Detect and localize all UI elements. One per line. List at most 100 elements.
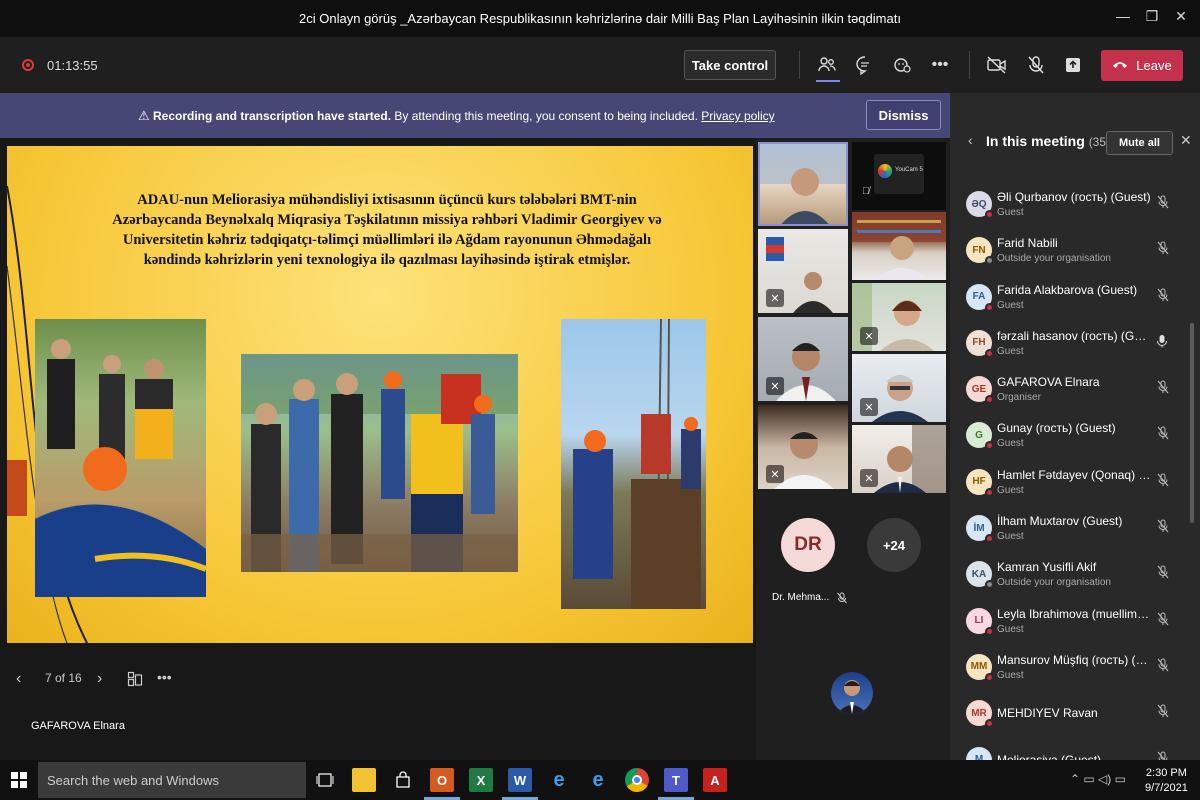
avatar: FA (966, 283, 994, 312)
participant-list-item[interactable]: İM İlham Muxtarov (Guest) Guest (950, 507, 1190, 553)
taskbar-search-input[interactable]: Search the web and Windows (38, 762, 306, 798)
headline-line: kəndində kəhrizlərin yeni texnologiya il… (143, 252, 631, 268)
mic-off-icon[interactable] (1156, 473, 1170, 490)
video-tile-active-speaker[interactable] (758, 142, 848, 226)
video-tile-participant[interactable]: ✕ (758, 405, 848, 489)
edge-icon[interactable]: e (586, 768, 610, 792)
participant-list-scrollbar[interactable] (1190, 323, 1194, 523)
mic-off-icon[interactable] (1156, 380, 1170, 397)
store-icon[interactable] (391, 768, 415, 792)
windows-start-icon[interactable] (0, 760, 38, 800)
avatar: FH (966, 329, 994, 358)
mic-on-icon[interactable] (1156, 334, 1168, 351)
participant-list-item[interactable]: FH fərzali hasanov (гость) (Guest) Guest (950, 322, 1190, 368)
take-control-button[interactable]: Take control (684, 50, 776, 80)
mic-off-icon[interactable] (1156, 288, 1170, 305)
participant-list-item[interactable]: KA Kamran Yusifli Akif Outside your organi… (950, 553, 1190, 599)
video-tile-participant[interactable]: ✕ (852, 354, 946, 422)
participant-list-item[interactable]: ƏQ Əli Qurbanov (гость) (Guest) Guest (950, 183, 1190, 229)
avatar[interactable]: DR (781, 518, 835, 572)
next-slide-icon[interactable]: › (97, 670, 102, 688)
mic-off-icon[interactable] (1156, 519, 1170, 536)
video-tile-participant[interactable] (852, 212, 946, 280)
meeting-toolbar: 01:13:55 Take control ••• Leave (0, 37, 1200, 93)
previous-slide-icon[interactable]: ‹ (16, 670, 21, 688)
outlook-icon[interactable]: O (430, 768, 454, 792)
internet-explorer-icon[interactable]: e (547, 768, 571, 792)
teams-icon[interactable]: T (664, 768, 688, 792)
minimize-button[interactable]: — (1112, 8, 1134, 24)
avatar[interactable] (831, 672, 873, 714)
avatar: KA (966, 561, 994, 590)
video-tile-participant[interactable]: ✕ (758, 229, 848, 313)
reactions-icon[interactable] (891, 54, 913, 76)
recording-banner: ⚠ Recording and transcription have start… (0, 93, 950, 138)
slide-more-options-icon[interactable]: ••• (157, 669, 172, 685)
camera-off-icon[interactable] (986, 54, 1008, 76)
mic-off-icon[interactable] (1156, 565, 1170, 582)
presence-dot-icon (985, 302, 994, 312)
word-icon[interactable]: W (508, 768, 532, 792)
video-tile-participant[interactable]: ✕ (852, 425, 946, 493)
mic-off-icon: ✕ (860, 327, 878, 345)
recording-icon (22, 59, 34, 71)
video-tile-participant[interactable]: ✕ (758, 317, 848, 401)
participant-list-item[interactable]: HF Hamlet Fətdayev (Qonaq) (Gu... Guest (950, 461, 1190, 507)
presence-dot-icon (985, 580, 994, 590)
close-panel-icon[interactable]: ✕ (1180, 132, 1192, 149)
participants-active-indicator (816, 80, 840, 82)
system-tray-icons[interactable]: ⌃ ▭ ◁) ▭ (1070, 772, 1126, 786)
mic-off-icon[interactable] (1156, 612, 1170, 629)
participant-name: Əli Qurbanov (гость) (Guest) (997, 190, 1151, 204)
headline-line: Universitetin kəhriz tədqiqatçı-təlimçi … (122, 232, 652, 248)
participant-list-item[interactable]: G Gunay (гость) (Guest) Guest (950, 414, 1190, 460)
avatar: LI (966, 607, 994, 636)
file-explorer-icon[interactable] (352, 768, 376, 792)
chevron-left-icon[interactable]: ‹ (968, 132, 973, 148)
leave-button[interactable]: Leave (1101, 50, 1183, 81)
share-screen-icon[interactable] (1062, 54, 1084, 76)
maximize-button[interactable]: ❐ (1141, 8, 1163, 25)
dismiss-button[interactable]: Dismiss (866, 100, 941, 130)
chat-icon[interactable] (854, 54, 876, 76)
mic-off-icon[interactable] (1156, 658, 1170, 675)
taskbar-clock[interactable]: 2:30 PM 9/7/2021 (1145, 766, 1188, 796)
video-tile-youcam[interactable]: YouCam 5 🎙̸ (852, 142, 946, 210)
slide-photo-group (241, 354, 518, 572)
mic-off-icon[interactable] (1156, 704, 1170, 721)
toolbar-divider (969, 51, 970, 79)
avatar: FN (966, 237, 994, 266)
privacy-policy-link[interactable]: Privacy policy (701, 109, 774, 123)
participant-list-item[interactable]: FA Farida Alakbarova (Guest) Guest (950, 276, 1190, 322)
presence-dot-icon (985, 348, 994, 358)
more-options-icon[interactable]: ••• (929, 54, 951, 76)
more-participants-button[interactable]: +24 (867, 518, 921, 572)
mic-off-icon[interactable] (1156, 195, 1170, 212)
mic-off-icon[interactable] (1156, 426, 1170, 443)
mute-all-button[interactable]: Mute all (1106, 131, 1173, 155)
avatar: ƏQ (966, 191, 994, 219)
participant-list-item[interactable]: FN Farid Nabili Outside your organisation (950, 229, 1190, 275)
slide-thumbnails-icon[interactable] (127, 671, 143, 690)
participant-list-item[interactable]: MM Mansurov Müşfiq (гость) (Gu... Guest (950, 646, 1190, 692)
participant-list-item[interactable]: MR MEHDIYEV Ravan (950, 692, 1190, 738)
warning-icon: ⚠ (138, 108, 150, 123)
participant-list-item[interactable]: LI Leyla Ibrahimova (muellim) (G... Guest (950, 600, 1190, 646)
excel-icon[interactable]: X (469, 768, 493, 792)
participant-role: Outside your organisation (997, 253, 1111, 265)
chrome-icon[interactable] (625, 768, 649, 792)
acrobat-icon[interactable]: A (703, 768, 727, 792)
mic-off-icon[interactable] (1156, 241, 1170, 258)
presentation-slide: ADAU-nun Meliorasiya mühəndisliyi ixtisa… (7, 146, 753, 643)
participant-role: Guest (997, 345, 1024, 357)
close-button[interactable]: ✕ (1170, 8, 1192, 25)
slide-headline: ADAU-nun Meliorasiya mühəndisliyi ixtisa… (77, 190, 697, 270)
participants-icon[interactable] (816, 54, 838, 76)
video-tile-participant[interactable]: ✕ (852, 283, 946, 351)
participant-list-item[interactable]: GE GAFAROVA Elnara Organiser (950, 368, 1190, 414)
task-view-icon[interactable] (313, 768, 337, 792)
participant-role: Organiser (997, 392, 1041, 404)
avatar: G (966, 422, 994, 451)
mic-off-icon[interactable] (1025, 54, 1047, 76)
participant-list: ƏQ Əli Qurbanov (гость) (Guest) Guest FN Far… (950, 183, 1190, 785)
